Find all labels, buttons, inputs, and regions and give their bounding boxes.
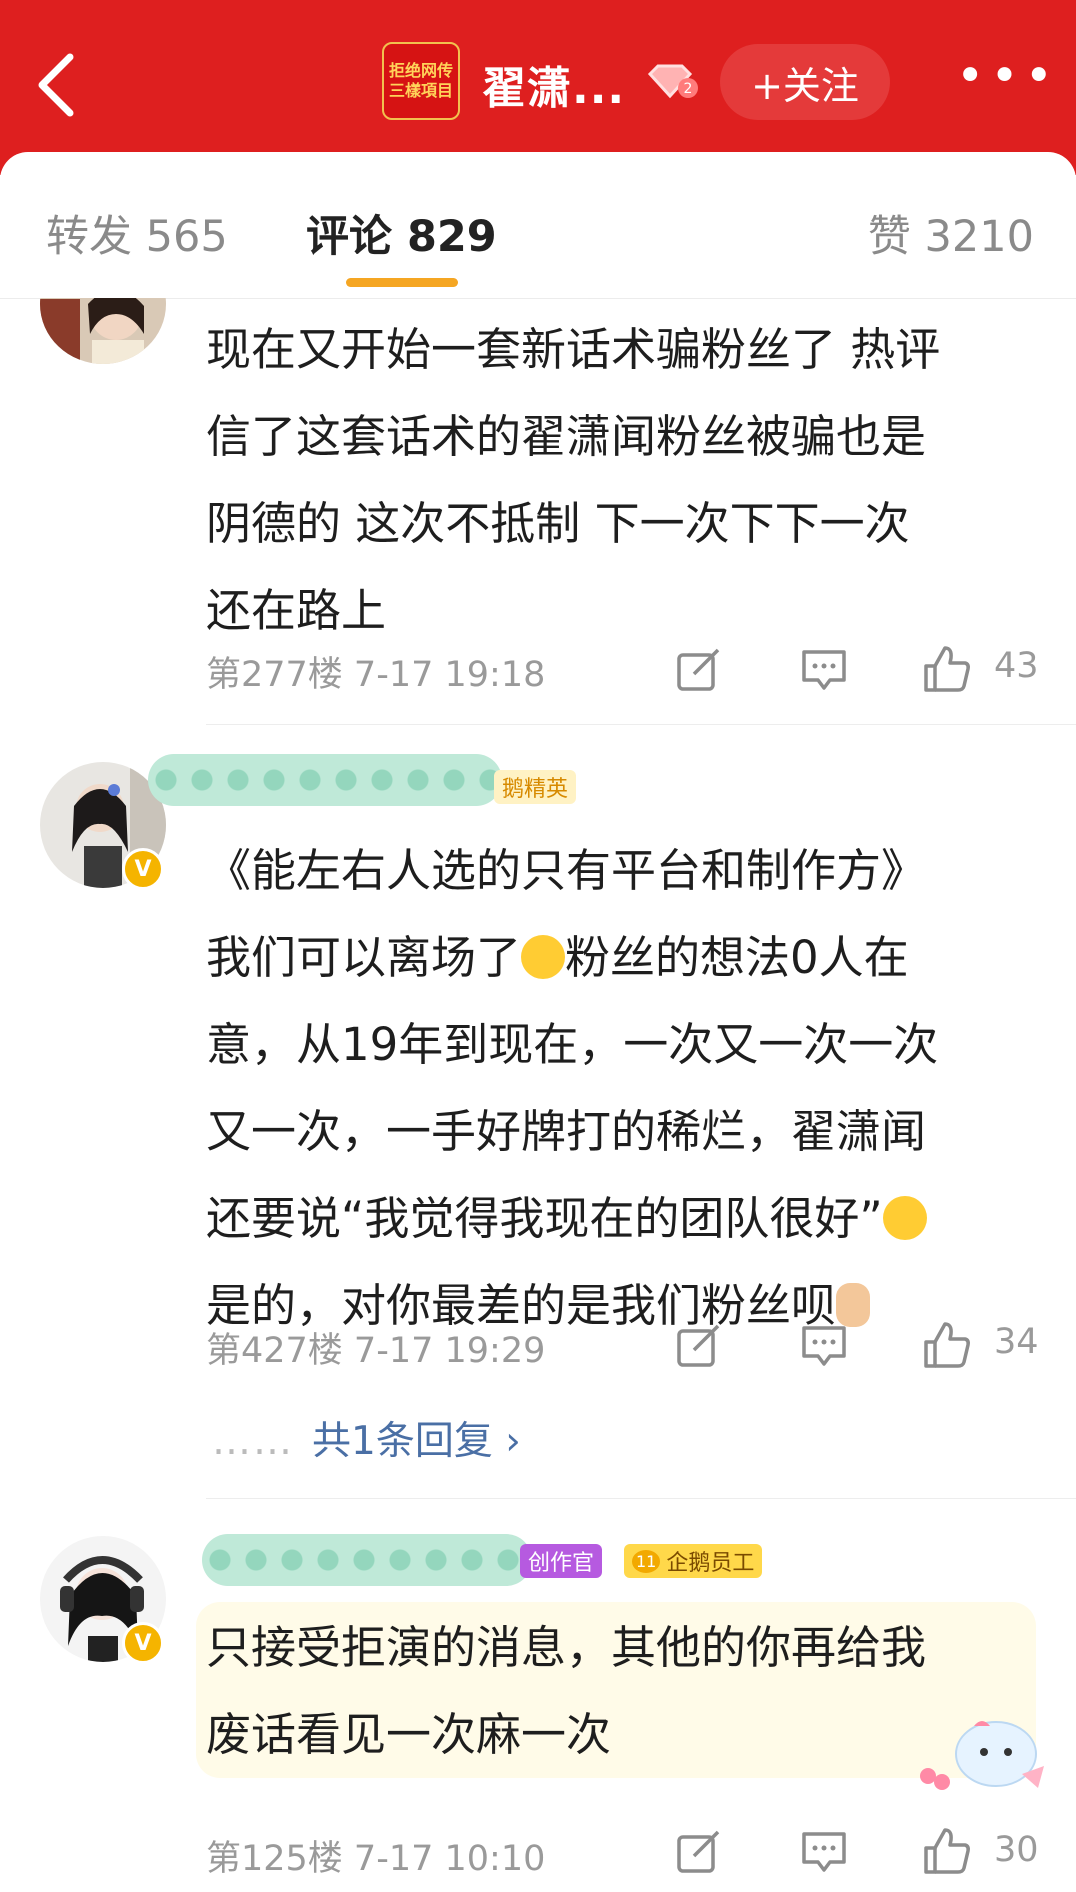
employee-level: 11 <box>632 1549 661 1573</box>
vip-level: 2 <box>684 81 693 97</box>
laughing-emoji-icon <box>521 935 566 979</box>
floor-time: 第427楼 7-17 19:29 <box>206 1331 546 1371</box>
text-fragment: 还要说“我觉得我现在的团队很好” <box>206 1192 883 1245</box>
top-bar: 拒绝网传 三樣項目 翟潇... 2 +关注 ••• <box>0 0 1076 175</box>
text-fragment: 我们可以离场了 <box>206 931 522 984</box>
comment-text: 《能左右人选的只有平台和制作方》 我们可以离场了 粉丝的想法0人在 意，从19年到… <box>206 827 1036 1349</box>
back-arrow-icon[interactable] <box>30 45 90 125</box>
creator-tag-label: 创作官 <box>528 1551 595 1576</box>
tab-repost[interactable]: 转发 565 <box>46 202 228 264</box>
verified-icon: V <box>122 848 164 890</box>
like-count: 30 <box>994 1830 1039 1870</box>
comment-divider <box>206 1498 1076 1499</box>
comment-line: 信了这套话术的翟潇闻粉丝被骗也是 <box>206 410 927 463</box>
employee-tag-label: 企鹅员工 <box>666 1551 755 1576</box>
view-replies-link[interactable]: …… 共1条回复 › <box>212 1410 521 1466</box>
comment-line: 现在又开始一套新话术骗粉丝了 热评 <box>206 323 941 376</box>
tongue-emoji-icon <box>882 1196 927 1240</box>
finger-heart-emoji-icon <box>836 1283 871 1327</box>
repost-icon[interactable] <box>674 1322 722 1370</box>
comment-line: 我们可以离场了 粉丝的想法0人在 <box>206 914 1036 1001</box>
replies-dots: …… <box>212 1419 294 1464</box>
comment-line: 还在路上 <box>206 584 387 637</box>
active-tab-indicator <box>346 278 458 287</box>
verified-icon: V <box>122 1622 164 1664</box>
comment-icon[interactable] <box>800 646 848 694</box>
tab-like[interactable]: 赞 3210 <box>868 202 1034 264</box>
comment-line: 还要说“我觉得我现在的团队很好” <box>206 1175 1036 1262</box>
comment-text: 现在又开始一套新话术骗粉丝了 热评 信了这套话术的翟潇闻粉丝被骗也是 阴德的 这… <box>206 306 1036 654</box>
follow-button[interactable]: +关注 <box>720 44 890 120</box>
tab-bar: 转发 565 评论 829 赞 3210 <box>0 152 1076 299</box>
like-icon[interactable] <box>922 644 970 692</box>
comment-icon[interactable] <box>800 1322 848 1370</box>
repost-icon[interactable] <box>674 646 722 694</box>
comment-line: 阴德的 这次不抵制 下一次下下一次 <box>206 497 910 550</box>
floor-time: 第277楼 7-17 19:18 <box>206 655 546 695</box>
floor-time: 第125楼 7-17 10:10 <box>206 1839 546 1879</box>
tab-comment[interactable]: 评论 829 <box>306 202 497 264</box>
like-icon[interactable] <box>922 1826 970 1874</box>
comment-line: 又一次，一手好牌打的稀烂，翟潇闻 <box>206 1105 927 1158</box>
comment-line: 《能左右人选的只有平台和制作方》 <box>206 844 927 897</box>
account-title[interactable]: 翟潇... <box>482 52 625 116</box>
username-masked[interactable] <box>148 754 502 806</box>
repost-icon[interactable] <box>674 1828 722 1876</box>
avatar-text-line1: 拒绝网传 <box>388 61 453 80</box>
user-tag-employee: 11 企鹅员工 <box>624 1544 763 1578</box>
cute-sticker-icon <box>904 1712 1054 1796</box>
comment-line: 只接受拒演的消息，其他的你再给我 <box>206 1621 927 1674</box>
user-tag-creator: 创作官 <box>520 1544 603 1578</box>
comment-divider <box>206 724 1076 725</box>
comment-icon[interactable] <box>800 1828 848 1876</box>
like-icon[interactable] <box>922 1320 970 1368</box>
username-masked[interactable] <box>202 1534 532 1586</box>
replies-label: 共1条回复 › <box>312 1419 521 1464</box>
like-count: 43 <box>994 646 1039 686</box>
like-count: 34 <box>994 1322 1039 1362</box>
comment-line: 意，从19年到现在，一次又一次一次 <box>206 1018 939 1071</box>
vip-diamond-icon: 2 <box>644 62 700 102</box>
more-options-icon[interactable]: ••• <box>956 52 1053 102</box>
text-fragment: 粉丝的想法0人在 <box>565 931 909 984</box>
avatar-text-line2: 三樣項目 <box>388 81 453 100</box>
account-avatar[interactable]: 拒绝网传 三樣項目 <box>382 42 460 120</box>
user-tag-elite: 鹅精英 <box>494 770 577 804</box>
